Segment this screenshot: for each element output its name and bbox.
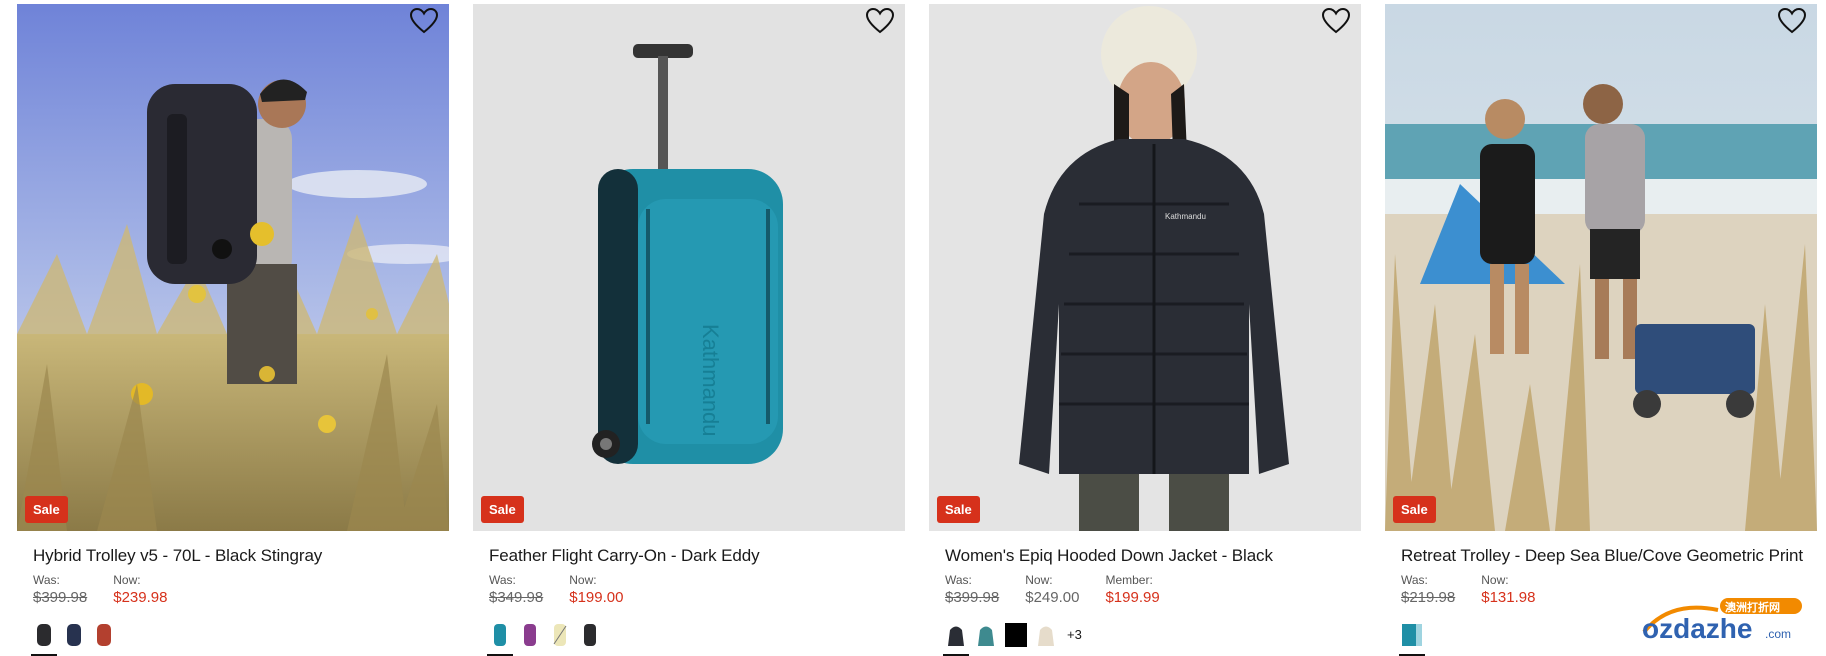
- sale-badge: Sale: [937, 496, 980, 523]
- swatch-black[interactable]: [579, 622, 601, 648]
- was-label: Was:: [1401, 573, 1428, 587]
- now-label: Now:: [1025, 573, 1053, 587]
- swatch-black-jacket[interactable]: [943, 622, 969, 656]
- now-price: $131.98: [1481, 589, 1536, 606]
- product-title[interactable]: Feather Flight Carry-On - Dark Eddy: [489, 546, 760, 566]
- was-price: $399.98: [33, 589, 88, 606]
- swatch-red[interactable]: [93, 622, 115, 648]
- swatch-black-square[interactable]: [1005, 622, 1027, 648]
- swatch-blue-trolley[interactable]: [1399, 622, 1425, 656]
- now-label: Now:: [569, 573, 597, 587]
- swatch-cream-jacket[interactable]: [1035, 622, 1057, 648]
- now-price: $199.00: [569, 589, 624, 606]
- swatch-purple[interactable]: [519, 622, 541, 648]
- svg-text:Kathmandu: Kathmandu: [698, 324, 723, 437]
- was-label: Was:: [945, 573, 972, 587]
- color-swatches: +3: [943, 622, 1082, 656]
- price-block: Was: $219.98 Now: $131.98: [1401, 572, 1561, 608]
- sale-badge: Sale: [25, 496, 68, 523]
- swatch-teal-jacket[interactable]: [975, 622, 997, 648]
- product-card[interactable]: Kathmandu Sale Women's Epiq Hooded Down …: [929, 4, 1361, 656]
- product-image[interactable]: Sale: [17, 4, 449, 531]
- wishlist-heart-icon[interactable]: [1777, 7, 1807, 35]
- product-card[interactable]: Sale Retreat Trolley - Deep Sea Blue/Cov…: [1385, 4, 1817, 656]
- product-image[interactable]: Kathmandu Sale: [473, 4, 905, 531]
- watermark-brand: ozdazhe: [1642, 613, 1752, 644]
- price-block: Was: $399.98 Now: $249.00 Member: $199.9…: [945, 572, 1186, 608]
- watermark-logo: 澳洲打折网 ozdazhe .com: [1640, 598, 1805, 644]
- was-price: $399.98: [945, 589, 1000, 606]
- was-price: $219.98: [1401, 589, 1456, 606]
- watermark-domain: .com: [1765, 627, 1791, 641]
- product-title[interactable]: Women's Epiq Hooded Down Jacket - Black: [945, 546, 1273, 566]
- now-label: Now:: [113, 573, 141, 587]
- now-label: Now:: [1481, 573, 1509, 587]
- now-price: $239.98: [113, 589, 168, 606]
- swatch-cream[interactable]: [549, 622, 571, 648]
- was-label: Was:: [33, 573, 60, 587]
- product-image[interactable]: Sale: [1385, 4, 1817, 531]
- color-swatches: [31, 622, 115, 656]
- product-grid: Sale Hybrid Trolley v5 - 70L - Black Sti…: [0, 0, 1826, 656]
- product-title[interactable]: Retreat Trolley - Deep Sea Blue/Cove Geo…: [1401, 546, 1803, 566]
- more-colors[interactable]: +3: [1067, 622, 1082, 648]
- product-card[interactable]: Sale Hybrid Trolley v5 - 70L - Black Sti…: [17, 4, 449, 656]
- wishlist-heart-icon[interactable]: [1321, 7, 1351, 35]
- price-block: Was: $349.98 Now: $199.00: [489, 572, 649, 608]
- sale-badge: Sale: [481, 496, 524, 523]
- member-label: Member:: [1105, 573, 1153, 587]
- product-card[interactable]: Kathmandu Sale Feather Flight Carry-On -…: [473, 4, 905, 656]
- product-image[interactable]: Kathmandu Sale: [929, 4, 1361, 531]
- wishlist-heart-icon[interactable]: [409, 7, 439, 35]
- svg-text:Kathmandu: Kathmandu: [1165, 212, 1206, 221]
- was-price: $349.98: [489, 589, 544, 606]
- was-label: Was:: [489, 573, 516, 587]
- swatch-navy[interactable]: [63, 622, 85, 648]
- swatch-black[interactable]: [31, 622, 57, 656]
- now-price: $249.00: [1025, 589, 1080, 606]
- color-swatches: [487, 622, 601, 656]
- wishlist-heart-icon[interactable]: [865, 7, 895, 35]
- color-swatches: [1399, 622, 1425, 656]
- product-title[interactable]: Hybrid Trolley v5 - 70L - Black Stingray: [33, 546, 322, 566]
- watermark-chinese: 澳洲打折网: [1725, 600, 1780, 614]
- sale-badge: Sale: [1393, 496, 1436, 523]
- member-price: $199.99: [1105, 589, 1160, 606]
- price-block: Was: $399.98 Now: $239.98: [33, 572, 193, 608]
- swatch-teal[interactable]: [487, 622, 513, 656]
